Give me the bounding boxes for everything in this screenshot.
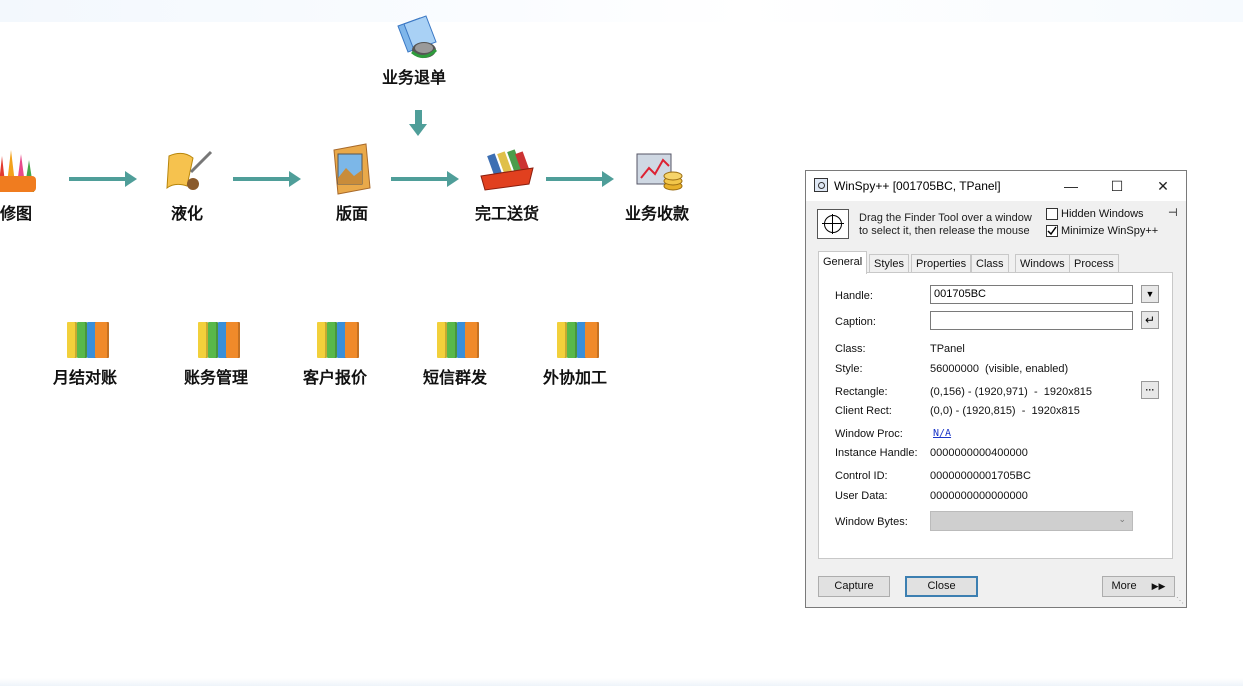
arrow-2: [233, 171, 301, 187]
node-layout-label: 版面: [335, 204, 368, 223]
tab-properties[interactable]: Properties: [911, 254, 972, 273]
instance-handle-label: Instance Handle:: [835, 447, 918, 459]
winspy-window: WinSpy++ [001705BC, TPanel] — ☐ ✕ Drag t…: [805, 170, 1187, 608]
tab-class[interactable]: Class: [971, 254, 1009, 273]
window-bytes-combo[interactable]: ⌄: [930, 511, 1133, 531]
node-layout[interactable]: 版面: [292, 142, 412, 224]
window-bytes-label: Window Bytes:: [835, 516, 908, 528]
finder-hint: Drag the Finder Tool over a window to se…: [859, 212, 1032, 237]
more-label: More: [1111, 580, 1137, 592]
handle-label: Handle:: [835, 290, 873, 302]
node-collection-label: 业务收款: [624, 204, 689, 223]
node-collection[interactable]: 业务收款: [597, 150, 717, 224]
arrow-4: [546, 171, 614, 187]
handle-input[interactable]: 001705BC: [930, 285, 1133, 304]
minimize-winspy-checkbox[interactable]: [1046, 225, 1058, 237]
tool-outsource[interactable]: 外协加工: [515, 310, 635, 388]
tool-sms[interactable]: 短信群发: [395, 310, 515, 388]
user-data-value: 0000000000000000: [930, 490, 1028, 502]
resize-grip-icon[interactable]: ⋱: [1176, 596, 1184, 605]
control-id-label: Control ID:: [835, 470, 888, 482]
tab-general[interactable]: General: [818, 251, 868, 274]
caption-input[interactable]: [930, 311, 1133, 330]
tab-process[interactable]: Process: [1069, 254, 1119, 273]
tool-label: 月结对账: [52, 368, 117, 387]
style-label: Style:: [835, 363, 863, 375]
tool-label: 短信群发: [422, 368, 487, 387]
books-icon: [192, 310, 240, 358]
rectangle-value: (0,156) - (1920,971) - 1920x815: [930, 386, 1093, 398]
node-liquefy[interactable]: 液化: [127, 146, 247, 224]
arrow-3: [391, 171, 459, 187]
retouch-crayons-icon: [0, 146, 40, 194]
control-id-value: 00000000001705BC: [930, 470, 1031, 482]
window-proc-link[interactable]: N/A: [933, 428, 951, 439]
user-data-label: User Data:: [835, 490, 888, 502]
close-icon[interactable]: ✕: [1140, 171, 1186, 201]
window-proc-label: Window Proc:: [835, 428, 903, 440]
class-value: TPanel: [930, 343, 965, 355]
capture-button[interactable]: Capture: [818, 576, 890, 597]
refund-folder-icon: [390, 14, 438, 62]
general-panel: Handle: 001705BC ▼ Caption: ↵ Class: TPa…: [818, 272, 1173, 559]
node-liquefy-label: 液化: [170, 204, 203, 223]
client-rect-label: Client Rect:: [835, 405, 892, 417]
arrow-refund-down: [409, 110, 427, 136]
tool-label: 账务管理: [183, 368, 248, 387]
hidden-windows-label: Hidden Windows: [1061, 208, 1144, 220]
rectangle-more-button[interactable]: ···: [1141, 381, 1159, 399]
window-title: WinSpy++ [001705BC, TPanel]: [834, 179, 1001, 193]
books-icon: [551, 310, 599, 358]
caption-apply-button[interactable]: ↵: [1141, 311, 1159, 329]
double-chevron-right-icon: ▶▶: [1151, 581, 1166, 591]
rectangle-label: Rectangle:: [835, 386, 888, 398]
books-icon: [311, 310, 359, 358]
tab-styles[interactable]: Styles: [869, 254, 909, 273]
node-retouch[interactable]: 修图: [0, 146, 76, 224]
node-retouch-label: 修图: [0, 204, 32, 223]
chevron-down-icon: ⌄: [1118, 514, 1126, 524]
books-icon: [431, 310, 479, 358]
tool-label: 外协加工: [542, 368, 607, 387]
tool-label: 客户报价: [302, 368, 367, 387]
bottom-banner: [0, 678, 1243, 686]
class-label: Class:: [835, 343, 866, 355]
caption-label: Caption:: [835, 316, 876, 328]
tool-accounts[interactable]: 账务管理: [156, 310, 276, 388]
instance-handle-value: 0000000000400000: [930, 447, 1028, 459]
handle-dropdown-button[interactable]: ▼: [1141, 285, 1159, 303]
minimize-icon[interactable]: —: [1048, 171, 1094, 201]
client-rect-value: (0,0) - (1920,815) - 1920x815: [930, 405, 1080, 417]
title-bar[interactable]: WinSpy++ [001705BC, TPanel] — ☐ ✕: [806, 171, 1186, 201]
maximize-icon[interactable]: ☐: [1094, 171, 1140, 201]
hidden-windows-checkbox[interactable]: [1046, 208, 1058, 220]
pin-icon[interactable]: ⊣: [1168, 206, 1178, 219]
node-refund[interactable]: 业务退单: [354, 14, 474, 88]
tool-quote[interactable]: 客户报价: [275, 310, 395, 388]
checkmark-icon: [1047, 226, 1057, 236]
tab-windows[interactable]: Windows: [1015, 254, 1070, 273]
top-banner: [0, 0, 1243, 22]
arrow-1: [69, 171, 137, 187]
more-button[interactable]: More ▶▶: [1102, 576, 1175, 597]
finder-tool-icon[interactable]: [817, 209, 849, 239]
style-value: 56000000 (visible, enabled): [930, 363, 1069, 375]
node-delivery[interactable]: 完工送货: [447, 146, 567, 224]
close-button[interactable]: Close: [905, 576, 978, 597]
layout-picture-icon: [328, 142, 376, 195]
node-delivery-label: 完工送货: [474, 204, 539, 223]
liquefy-scroll-icon: [163, 146, 213, 194]
books-icon: [61, 310, 109, 358]
minimize-winspy-label: Minimize WinSpy++: [1061, 225, 1159, 237]
winspy-app-icon: [814, 178, 828, 192]
tool-monthly-reconcile[interactable]: 月结对账: [25, 310, 145, 388]
collection-chart-icon: [633, 150, 683, 198]
delivery-tray-icon: [479, 146, 535, 194]
